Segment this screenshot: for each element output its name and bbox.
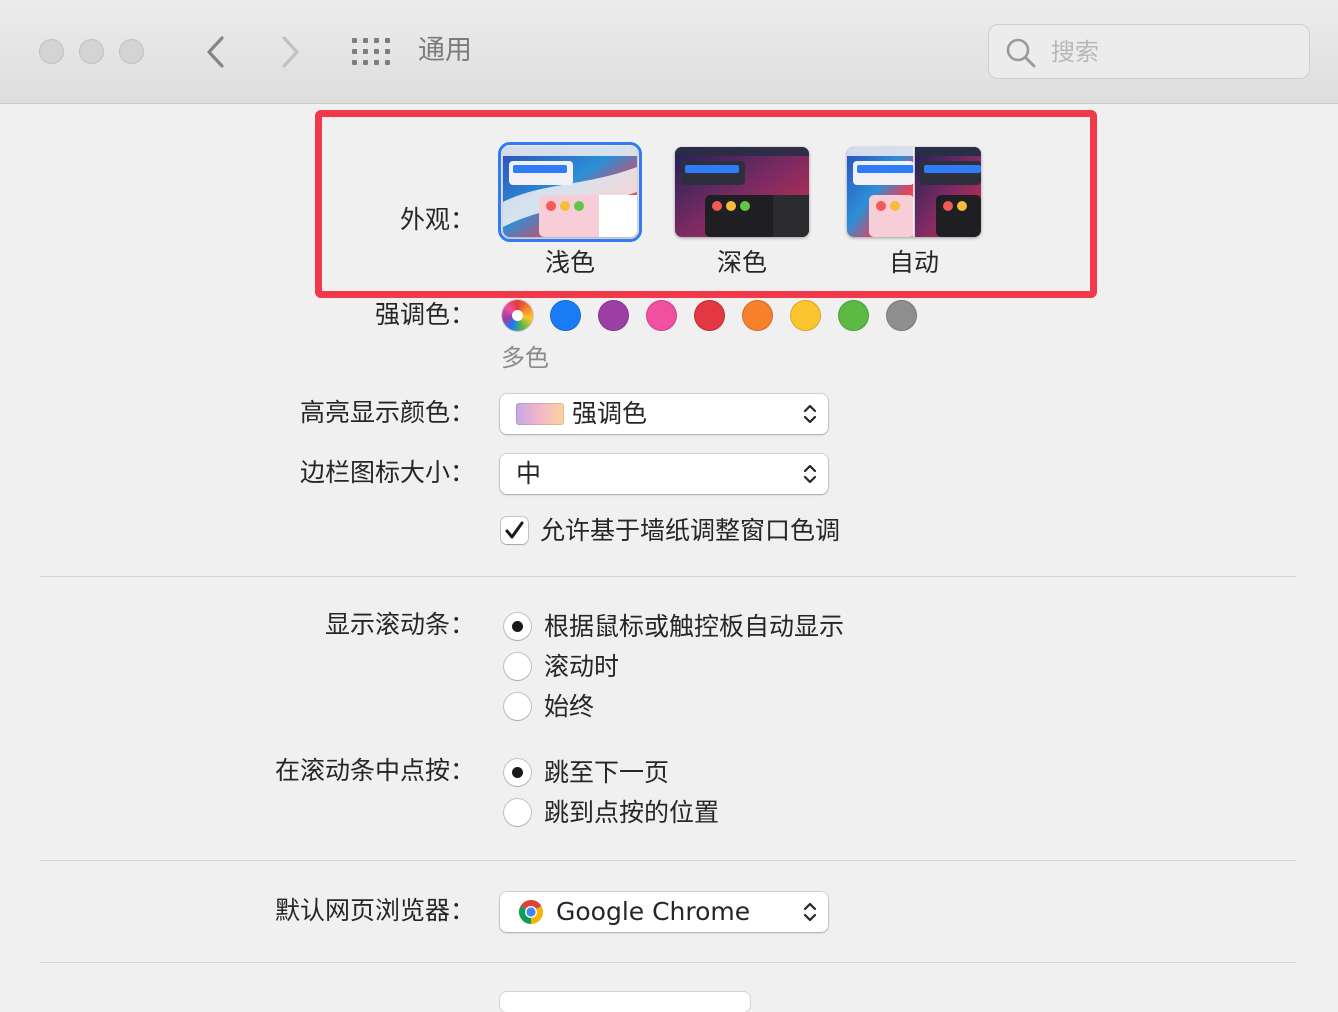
up-down-chevron-icon (803, 902, 817, 922)
sidebar-icon-size-popup[interactable]: 中 (500, 454, 828, 494)
highlight-color-popup[interactable]: 强调色 (500, 394, 828, 434)
title-bar: 通用 搜索 (0, 0, 1338, 104)
accent-graphite-swatch[interactable] (886, 300, 917, 331)
chevron-right-icon (282, 36, 299, 68)
accent-selected-name: 多色 (501, 344, 549, 372)
default-browser-popup[interactable]: Google Chrome (500, 892, 828, 932)
next-row-popup-partial[interactable] (500, 992, 750, 1012)
window-title: 通用 (418, 35, 472, 66)
search-field[interactable]: 搜索 (988, 24, 1310, 79)
accent-pink-swatch[interactable] (646, 300, 677, 331)
appearance-dark-label[interactable]: 深色 (675, 246, 809, 280)
click-jump-spot-label[interactable]: 跳到点按的位置 (544, 796, 719, 830)
scrollbars-always-radio[interactable] (504, 693, 531, 720)
highlight-color-swatch-icon (516, 403, 564, 425)
show-all-grid-icon[interactable] (352, 38, 390, 66)
click-scrollbar-label: 在滚动条中点按： (274, 756, 475, 785)
accent-multicolor-swatch[interactable] (502, 300, 533, 331)
chrome-icon (518, 900, 544, 924)
appearance-label: 外观： (399, 205, 475, 234)
checkmark-icon (505, 521, 524, 539)
search-icon (1006, 38, 1036, 68)
up-down-chevron-icon (803, 464, 817, 484)
section-divider (40, 860, 1296, 861)
forward-button[interactable] (272, 32, 308, 72)
wallpaper-tinting-checkbox[interactable] (501, 517, 528, 544)
up-down-chevron-icon (803, 404, 817, 424)
scrollbars-always-label[interactable]: 始终 (544, 690, 594, 724)
appearance-light-thumbnail[interactable] (498, 142, 642, 242)
chevron-left-icon (207, 36, 224, 68)
back-button[interactable] (198, 32, 234, 72)
auto-mode-preview-icon (847, 147, 981, 237)
appearance-dark-thumbnail[interactable] (675, 147, 809, 237)
scrollbars-when-scrolling-label[interactable]: 滚动时 (544, 650, 619, 684)
scrollbars-auto-radio[interactable] (504, 613, 531, 640)
scrollbars-when-scrolling-radio[interactable] (504, 653, 531, 680)
minimize-window-button[interactable] (79, 39, 104, 64)
light-mode-preview-icon (503, 147, 637, 237)
accent-red-swatch[interactable] (694, 300, 725, 331)
section-divider (40, 576, 1296, 577)
default-browser-value: Google Chrome (556, 897, 751, 926)
search-placeholder: 搜索 (1051, 38, 1099, 66)
highlight-color-label: 高亮显示颜色： (299, 398, 475, 427)
accent-color-label: 强调色： (374, 300, 475, 329)
highlight-color-value: 强调色 (572, 399, 648, 428)
show-scrollbars-label: 显示滚动条： (324, 610, 475, 639)
appearance-auto-label[interactable]: 自动 (847, 246, 981, 280)
wallpaper-tinting-label[interactable]: 允许基于墙纸调整窗口色调 (540, 514, 840, 548)
dark-mode-preview-icon (675, 147, 809, 237)
appearance-light-label[interactable]: 浅色 (503, 246, 637, 280)
section-divider (40, 962, 1296, 963)
click-next-page-radio[interactable] (504, 759, 531, 786)
sidebar-icon-size-value: 中 (516, 459, 542, 488)
accent-yellow-swatch[interactable] (790, 300, 821, 331)
accent-orange-swatch[interactable] (742, 300, 773, 331)
zoom-window-button[interactable] (119, 39, 144, 64)
scrollbars-auto-label[interactable]: 根据鼠标或触控板自动显示 (544, 610, 844, 644)
close-window-button[interactable] (39, 39, 64, 64)
accent-blue-swatch[interactable] (550, 300, 581, 331)
accent-green-swatch[interactable] (838, 300, 869, 331)
default-browser-label: 默认网页浏览器： (274, 896, 475, 925)
click-next-page-label[interactable]: 跳至下一页 (544, 756, 669, 790)
click-jump-spot-radio[interactable] (504, 799, 531, 826)
sidebar-icon-size-label: 边栏图标大小： (299, 458, 475, 487)
accent-purple-swatch[interactable] (598, 300, 629, 331)
appearance-auto-thumbnail[interactable] (847, 147, 981, 237)
